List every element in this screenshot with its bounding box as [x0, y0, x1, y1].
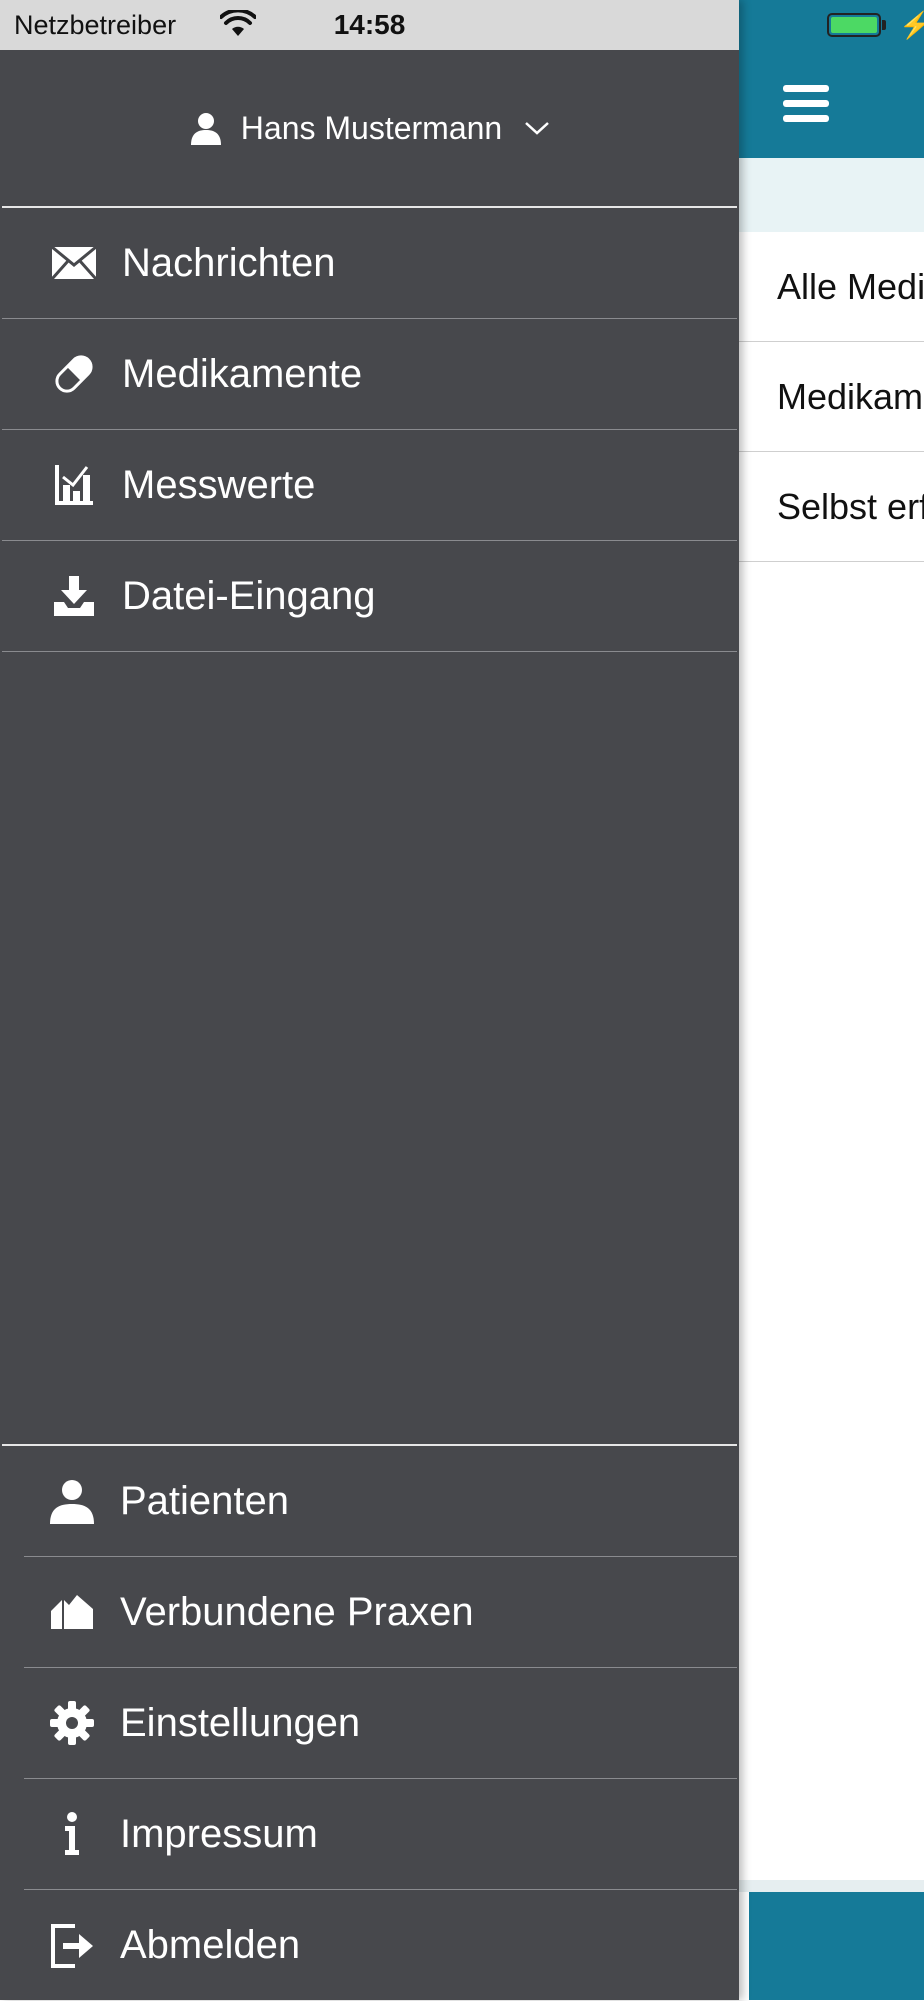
person-icon: [48, 1477, 96, 1525]
secondary-menu: Patienten Verbundene Praxen Einstellunge…: [24, 1446, 737, 2001]
info-icon: [48, 1810, 96, 1858]
menu-item-label: Datei-Eingang: [122, 573, 376, 618]
gear-icon: [48, 1699, 96, 1747]
envelope-icon: [50, 239, 98, 287]
menu-item-datei-eingang[interactable]: Datei-Eingang: [2, 541, 737, 652]
app-header: [739, 50, 924, 158]
list-item-label: Selbst erfasst: [777, 485, 924, 527]
practice-icon: [48, 1588, 96, 1636]
menu-item-label: Verbundene Praxen: [120, 1589, 474, 1634]
menu-item-nachrichten[interactable]: Nachrichten: [2, 208, 737, 319]
user-icon: [190, 113, 221, 145]
status-area: ⚡: [739, 0, 924, 50]
status-bar: Netzbetreiber 14:58: [0, 0, 739, 50]
user-name: Hans Mustermann: [240, 109, 503, 146]
menu-icon[interactable]: [783, 85, 829, 123]
download-tray-icon: [50, 572, 98, 620]
chart-icon: [50, 461, 98, 509]
main-content: ⚡ Alle Medikamente Medikamente Selbst er…: [739, 0, 924, 2000]
menu-item-medikamente[interactable]: Medikamente: [2, 319, 737, 430]
primary-menu: Nachrichten Medikamente Messwerte Datei-…: [2, 208, 737, 652]
menu-item-label: Nachrichten: [122, 240, 336, 285]
charging-icon: ⚡: [899, 10, 924, 40]
menu-item-label: Messwerte: [122, 462, 316, 507]
list-item-label: Medikamente: [777, 375, 924, 417]
logout-icon: [48, 1922, 96, 1970]
menu-item-messwerte[interactable]: Messwerte: [2, 430, 737, 541]
list-item-label: Alle Medikamente: [777, 265, 924, 307]
menu-item-impressum[interactable]: Impressum: [24, 1779, 737, 1890]
pill-icon: [50, 350, 98, 398]
menu-item-label: Impressum: [120, 1811, 318, 1856]
sub-header: [739, 158, 924, 232]
menu-item-abmelden[interactable]: Abmelden: [24, 1890, 737, 2001]
medication-list: Alle Medikamente Medikamente Selbst erfa…: [739, 232, 924, 562]
menu-item-label: Medikamente: [122, 351, 363, 396]
battery-icon: [827, 13, 881, 37]
clock: 14:58: [333, 9, 406, 40]
list-item[interactable]: Selbst erfasst: [739, 452, 924, 562]
menu-item-label: Abmelden: [120, 1923, 301, 1967]
account-switcher[interactable]: Hans Mustermann: [0, 50, 739, 206]
menu-item-label: Patienten: [120, 1478, 290, 1523]
list-item[interactable]: Alle Medikamente: [739, 232, 924, 342]
menu-item-patienten[interactable]: Patienten: [24, 1446, 737, 1557]
menu-item-label: Einstellungen: [120, 1700, 361, 1745]
menu-item-einstellungen[interactable]: Einstellungen: [24, 1668, 737, 1779]
list-item[interactable]: Medikamente: [739, 342, 924, 452]
menu-item-verbundene-praxen[interactable]: Verbundene Praxen: [24, 1557, 737, 1668]
chevron-down-icon: [525, 122, 550, 135]
bottom-bar: [749, 1892, 924, 2000]
navigation-drawer: Netzbetreiber 14:58 Hans Mustermann Nach…: [0, 0, 739, 2000]
